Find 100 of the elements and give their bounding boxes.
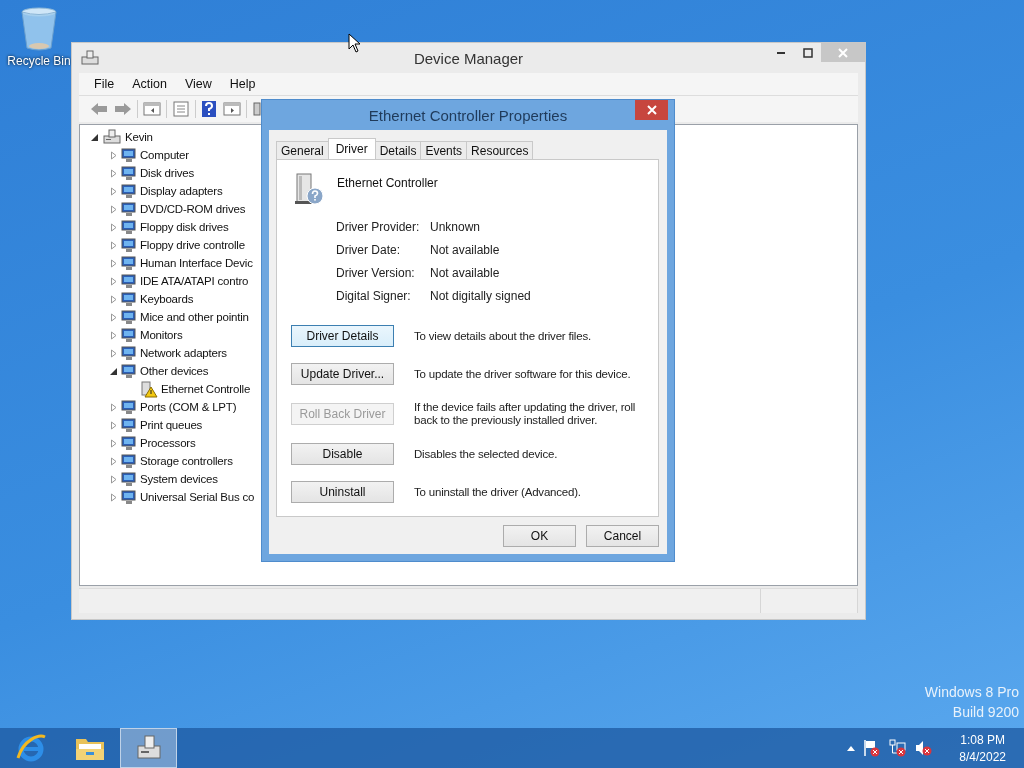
collapsed-arrow-icon[interactable] [109, 420, 118, 430]
clock[interactable]: 1:08 PM 8/4/2022 [953, 732, 1012, 764]
collapsed-arrow-icon[interactable] [109, 294, 118, 304]
close-button[interactable] [635, 100, 668, 120]
expanded-arrow-icon[interactable] [90, 132, 99, 142]
action-button[interactable]: Update Driver... [291, 363, 394, 385]
collapsed-arrow-icon[interactable] [109, 240, 118, 250]
tree-item[interactable]: Monitors [140, 329, 183, 341]
close-icon [838, 47, 848, 58]
collapsed-arrow-icon[interactable] [109, 438, 118, 448]
action-description: To update the driver software for this device. [414, 367, 632, 381]
menu-item[interactable]: File [85, 77, 124, 91]
device-icon [121, 201, 137, 217]
menu-item[interactable]: View [175, 77, 221, 91]
property-value: Not digitally signed [430, 289, 532, 303]
device-name: Ethernet Controller [337, 176, 438, 190]
dialog-title: Ethernet Controller Properties [367, 107, 569, 124]
tree-item[interactable]: Universal Serial Bus co [140, 491, 255, 503]
edition-text: Build 9200 [952, 704, 1019, 720]
console-tree-button[interactable] [142, 100, 162, 118]
tree-item[interactable]: Human Interface Devic [140, 257, 253, 269]
collapsed-arrow-icon[interactable] [109, 312, 118, 322]
tree-item[interactable]: Display adapters [140, 185, 223, 197]
expanded-arrow-icon[interactable] [109, 366, 118, 376]
dialog-button[interactable]: OK [503, 525, 576, 547]
collapsed-arrow-icon[interactable] [109, 168, 118, 178]
tree-item[interactable]: Network adapters [140, 347, 227, 359]
network-error-icon[interactable] [889, 739, 908, 757]
desktop-icon-label[interactable]: Recycle Bin [7, 54, 71, 68]
property-label: Driver Version: [336, 266, 416, 280]
device-icon [121, 237, 137, 253]
collapsed-arrow-icon[interactable] [109, 204, 118, 214]
back-button[interactable] [89, 100, 109, 118]
device-icon [121, 453, 137, 469]
property-label: Driver Date: [336, 243, 401, 257]
close-icon [646, 105, 657, 115]
tree-item[interactable]: DVD/CD-ROM drives [140, 203, 246, 215]
tree-item[interactable]: Disk drives [140, 167, 195, 179]
computer-icon [102, 129, 122, 145]
collapsed-arrow-icon[interactable] [109, 276, 118, 286]
collapsed-arrow-icon[interactable] [109, 456, 118, 466]
menu-item[interactable]: Action [123, 77, 176, 91]
show-hidden-icons-button[interactable] [847, 745, 856, 751]
device-icon [121, 183, 137, 199]
action-button[interactable]: Uninstall [291, 481, 394, 503]
tree-item[interactable]: Processors [140, 437, 196, 449]
action-button[interactable]: Driver Details [291, 325, 394, 347]
dialog-button[interactable]: Cancel [586, 525, 659, 547]
tab[interactable]: Resources [466, 141, 534, 159]
help-button[interactable] [200, 99, 218, 119]
forward-button[interactable] [113, 100, 133, 118]
collapsed-arrow-icon[interactable] [109, 222, 118, 232]
tree-item[interactable]: Print queues [140, 419, 203, 431]
action-description: To view details about the driver files. [414, 329, 592, 343]
tree-item[interactable]: Computer [140, 149, 189, 161]
tree-item[interactable]: Keyboards [140, 293, 194, 305]
collapsed-arrow-icon[interactable] [109, 474, 118, 484]
tab[interactable]: Details [374, 141, 422, 159]
browser-icon [14, 732, 47, 764]
property-value: Unknown [430, 220, 482, 234]
property-value: Not available [430, 243, 501, 257]
collapsed-arrow-icon[interactable] [109, 150, 118, 160]
taskbar-app-button[interactable] [120, 728, 177, 768]
flag-error-icon[interactable] [863, 739, 882, 757]
property-label: Digital Signer: [336, 289, 412, 303]
tree-item[interactable]: Storage controllers [140, 455, 233, 467]
collapsed-arrow-icon[interactable] [109, 186, 118, 196]
tree-item[interactable]: Floppy disk drives [140, 221, 229, 233]
tree-item[interactable]: Floppy drive controlle [140, 239, 245, 251]
properties-button[interactable] [171, 100, 191, 118]
tree-item[interactable]: Ethernet Controlle [161, 383, 251, 395]
action-description: If the device fails after updating the driver, roll back to the previously installed driver. [414, 401, 637, 427]
tab[interactable]: Events [420, 141, 468, 159]
tab[interactable]: Driver [327, 138, 376, 159]
device-icon [121, 309, 137, 325]
collapsed-arrow-icon[interactable] [109, 492, 118, 502]
device-icon [121, 291, 137, 307]
window-title: Device Manager [412, 50, 525, 67]
property-label: Driver Provider: [336, 220, 421, 234]
tree-item[interactable]: Ports (COM & LPT) [140, 401, 237, 413]
speaker-muted-icon[interactable] [915, 739, 934, 757]
collapsed-arrow-icon[interactable] [109, 330, 118, 340]
collapsed-arrow-icon[interactable] [109, 402, 118, 412]
collapsed-arrow-icon[interactable] [109, 348, 118, 358]
action-button[interactable]: Disable [291, 443, 394, 465]
device-icon [121, 363, 137, 379]
recycle-bin-icon[interactable] [19, 6, 59, 52]
menu-item[interactable]: Help [220, 77, 265, 91]
tree-item[interactable]: IDE ATA/ATAPI contro [140, 275, 249, 287]
tree-item[interactable]: Mice and other pointin [140, 311, 249, 323]
edition-text: Windows 8 Pro [924, 684, 1019, 700]
tree-item[interactable]: System devices [140, 473, 218, 485]
collapsed-arrow-icon[interactable] [109, 258, 118, 268]
device-icon [121, 165, 137, 181]
scan-hardware-button[interactable] [251, 100, 263, 118]
device-icon [121, 417, 137, 433]
tab[interactable]: General [276, 141, 329, 159]
computer-icon [81, 50, 99, 66]
tree-item[interactable]: Other devices [140, 365, 209, 377]
tree-item[interactable]: Kevin [125, 131, 153, 143]
